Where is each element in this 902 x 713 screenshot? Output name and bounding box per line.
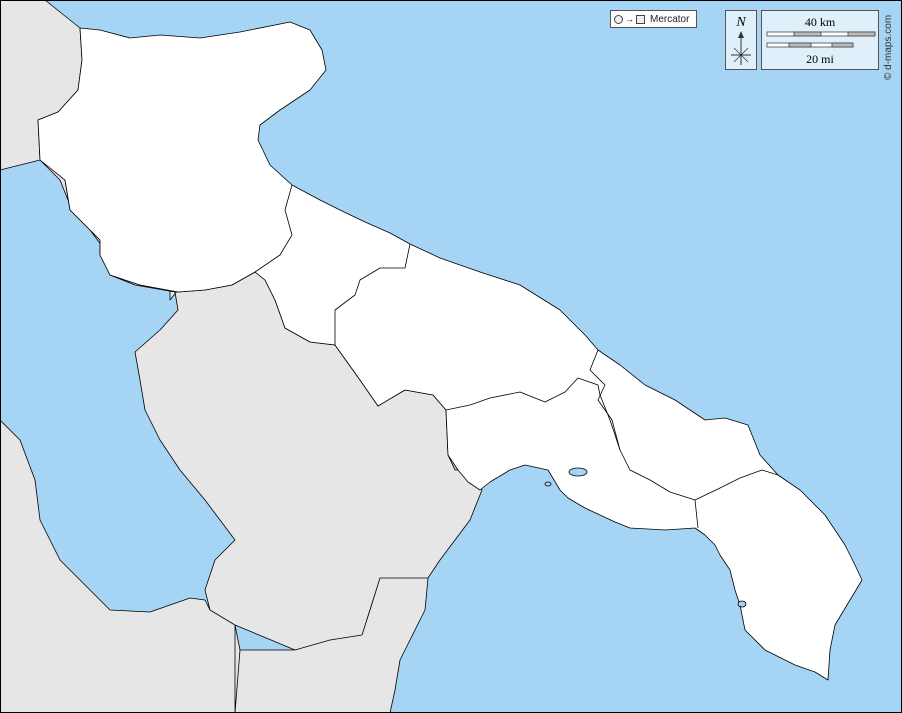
compass-rose-icon [731, 31, 751, 65]
scale-box: 40 km 20 mi [761, 10, 879, 70]
small-island [737, 600, 747, 608]
north-arrow-box: N [725, 10, 757, 70]
small-islet [544, 481, 552, 487]
projection-label: Mercator [650, 13, 690, 25]
globe-icon [614, 14, 623, 24]
scale-km-label: 40 km [804, 15, 836, 29]
mar-piccolo [568, 467, 588, 477]
scale-bar [766, 31, 876, 48]
north-label: N [736, 15, 746, 30]
map-canvas[interactable] [0, 0, 902, 713]
projection-box: → Mercator [610, 10, 697, 28]
credit-label: © d-maps.com [883, 14, 894, 80]
arrow-right-icon: → [625, 13, 634, 24]
scale-mi-label: 20 mi [806, 52, 834, 66]
map-svg [0, 0, 902, 713]
credit: © d-maps.com [883, 8, 899, 80]
map-plane-icon [636, 14, 645, 24]
